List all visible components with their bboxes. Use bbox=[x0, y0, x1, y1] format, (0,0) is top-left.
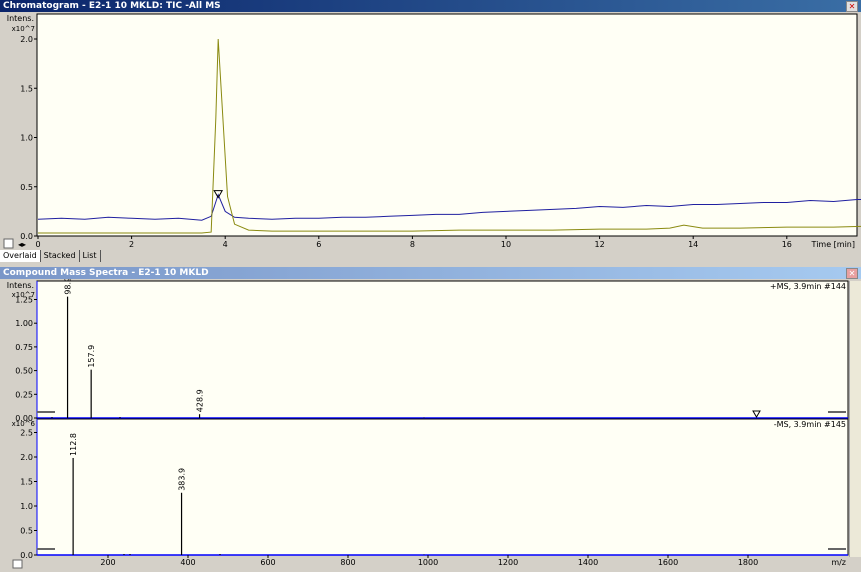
y-tick-label: 0.25 bbox=[15, 390, 33, 399]
y-exponent-label: x10^7 bbox=[12, 25, 35, 33]
plot-area bbox=[36, 13, 858, 237]
x-tick-label: 200 bbox=[100, 558, 115, 567]
x-tick-label: 400 bbox=[180, 558, 195, 567]
spectrum-label: -MS, 3.9min #145 bbox=[774, 420, 846, 429]
tab-list[interactable]: List bbox=[80, 250, 101, 262]
x-tick-label: 1400 bbox=[578, 558, 598, 567]
x-tick-label: 0 bbox=[35, 240, 40, 249]
peak-label: 383.9 bbox=[178, 468, 187, 491]
x-tick-label: 6 bbox=[316, 240, 321, 249]
y-exponent-label: x10^6 bbox=[12, 420, 36, 428]
spectrum-label: +MS, 3.9min #144 bbox=[770, 282, 846, 291]
chromatogram-plot[interactable]: Intens.x10^70.00.51.01.52.00 2 4 6 8 10 12 14 16… bbox=[0, 12, 861, 250]
mass-spectra-plot[interactable]: Intens.x10^70.000.250.500.751.001.25+MS,… bbox=[0, 279, 861, 572]
x-tick-label: 1800 bbox=[738, 558, 758, 567]
peak-label: 428.9 bbox=[196, 389, 205, 412]
x-tick-label: 800 bbox=[340, 558, 355, 567]
x-tick-label: 2 bbox=[129, 240, 134, 249]
tab-overlaid[interactable]: Overlaid bbox=[0, 250, 41, 262]
x-tick-label: 12 bbox=[595, 240, 605, 249]
x-axis-label: Time [min] bbox=[811, 240, 855, 249]
x-tick-label: 16 bbox=[782, 240, 792, 249]
y-tick-label: 2.0 bbox=[20, 35, 33, 44]
spectra-title-bar: Compound Mass Spectra - E2-1 10 MKLD ✕ bbox=[0, 267, 861, 279]
y-tick-label: 0.5 bbox=[20, 527, 33, 536]
y-tick-label: 1.5 bbox=[20, 478, 33, 487]
y-tick-label: 1.00 bbox=[15, 319, 33, 328]
y-tick-label: 0.50 bbox=[15, 367, 33, 376]
peak-label: 157.9 bbox=[87, 345, 96, 368]
y-tick-label: 1.0 bbox=[20, 502, 33, 511]
x-tick-label: 1600 bbox=[658, 558, 678, 567]
close-icon[interactable]: ✕ bbox=[846, 268, 858, 279]
x-tick-label: 1000 bbox=[418, 558, 438, 567]
y-tick-label: 1.25 bbox=[15, 296, 33, 305]
tab-stacked[interactable]: Stacked bbox=[41, 250, 80, 262]
y-tick-label: 0.5 bbox=[20, 183, 33, 192]
y-tick-label: 0.75 bbox=[15, 343, 33, 352]
view-tabs: Overlaid Stacked List bbox=[0, 250, 861, 263]
y-axis-label: Intens. bbox=[7, 14, 34, 23]
y-tick-label: 1.0 bbox=[20, 134, 33, 143]
y-tick-label: 1.5 bbox=[20, 84, 33, 93]
peak-label: 98.9 bbox=[64, 279, 73, 295]
pan-arrows-icon: ◂▸ bbox=[18, 240, 26, 249]
y-tick-label: 0.0 bbox=[20, 551, 33, 560]
x-tick-label: 14 bbox=[688, 240, 698, 249]
peak-label: 112.8 bbox=[69, 433, 78, 456]
x-tick-label: 600 bbox=[260, 558, 275, 567]
chromatogram-title: Chromatogram - E2-1 10 MKLD: TIC -All MS bbox=[3, 1, 221, 11]
x-tick-label: 1200 bbox=[498, 558, 518, 567]
app-window: Chromatogram - E2-1 10 MKLD: TIC -All MS… bbox=[0, 0, 861, 572]
zoom-toggle-icon bbox=[3, 238, 14, 249]
plot-area bbox=[36, 418, 849, 556]
plot-area bbox=[36, 280, 849, 419]
y-tick-label: 2.0 bbox=[20, 453, 33, 462]
y-axis-label: Intens. bbox=[7, 281, 34, 290]
x-tick-label: 10 bbox=[501, 240, 511, 249]
x-tick-label: 8 bbox=[410, 240, 415, 249]
chromatogram-title-bar: Chromatogram - E2-1 10 MKLD: TIC -All MS… bbox=[0, 0, 861, 12]
spectra-title: Compound Mass Spectra - E2-1 10 MKLD bbox=[3, 268, 209, 278]
y-tick-label: 2.5 bbox=[20, 429, 33, 438]
vertical-scrollbar[interactable] bbox=[849, 281, 861, 557]
x-tick-label: 4 bbox=[223, 240, 228, 249]
close-icon[interactable]: ✕ bbox=[846, 1, 858, 12]
pan-toggle-icon bbox=[12, 559, 23, 569]
x-axis-label: m/z bbox=[831, 558, 846, 567]
